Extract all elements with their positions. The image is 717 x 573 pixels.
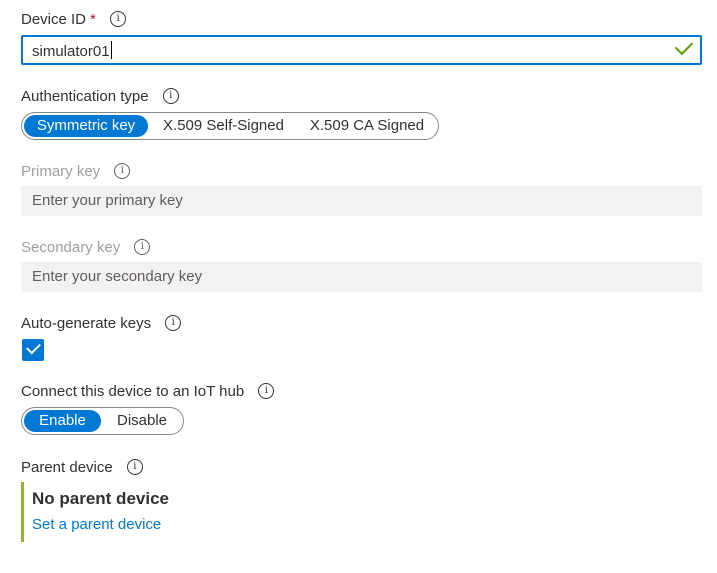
primary-key-label: Primary key i — [21, 162, 131, 182]
device-id-input[interactable]: simulator01 — [21, 35, 702, 65]
auto-generate-checkbox[interactable] — [22, 339, 44, 361]
required-indicator: * — [90, 11, 96, 28]
device-id-value: simulator01 — [32, 43, 110, 60]
secondary-key-label-text: Secondary key — [21, 239, 121, 256]
info-icon[interactable]: i — [258, 383, 275, 400]
valid-check-icon — [674, 36, 694, 56]
connect-hub-label: Connect this device to an IoT hub i — [21, 382, 275, 402]
parent-device-label: Parent device i — [21, 458, 143, 478]
set-parent-device-link[interactable]: Set a parent device — [32, 515, 161, 535]
info-icon[interactable]: i — [114, 163, 131, 180]
secondary-key-label: Secondary key i — [21, 238, 151, 258]
parent-device-value: No parent device — [32, 489, 169, 508]
primary-key-label-text: Primary key — [21, 163, 101, 180]
connect-option-enable[interactable]: Enable — [24, 410, 101, 432]
connect-hub-label-text: Connect this device to an IoT hub — [21, 383, 245, 400]
auth-option-symmetric-key[interactable]: Symmetric key — [24, 115, 148, 137]
info-icon[interactable]: i — [165, 315, 182, 332]
info-icon[interactable]: i — [162, 88, 179, 105]
auth-option-x509-self-signed[interactable]: X.509 Self-Signed — [152, 115, 295, 137]
primary-key-input: Enter your primary key — [21, 186, 702, 216]
auto-generate-label: Auto-generate keys i — [21, 314, 182, 334]
secondary-key-placeholder: Enter your secondary key — [32, 268, 203, 285]
auth-type-toggle: Symmetric key X.509 Self-Signed X.509 CA… — [21, 112, 439, 140]
device-id-label: Device ID * i — [21, 10, 127, 30]
checkmark-icon — [26, 339, 41, 355]
auto-generate-label-text: Auto-generate keys — [21, 315, 152, 332]
primary-key-placeholder: Enter your primary key — [32, 192, 183, 209]
connect-hub-toggle: Enable Disable — [21, 407, 184, 435]
info-icon[interactable]: i — [110, 11, 127, 28]
auth-type-label: Authentication type i — [21, 87, 179, 107]
device-id-label-text: Device ID — [21, 11, 87, 28]
parent-device-label-text: Parent device — [21, 459, 113, 476]
text-caret — [110, 41, 112, 59]
connect-option-disable[interactable]: Disable — [105, 410, 179, 432]
parent-device-accent-bar — [21, 482, 24, 542]
auth-option-x509-ca-signed[interactable]: X.509 CA Signed — [300, 115, 434, 137]
info-icon[interactable]: i — [126, 459, 143, 476]
info-icon[interactable]: i — [134, 239, 151, 256]
auth-type-label-text: Authentication type — [21, 88, 149, 105]
secondary-key-input: Enter your secondary key — [21, 262, 702, 292]
